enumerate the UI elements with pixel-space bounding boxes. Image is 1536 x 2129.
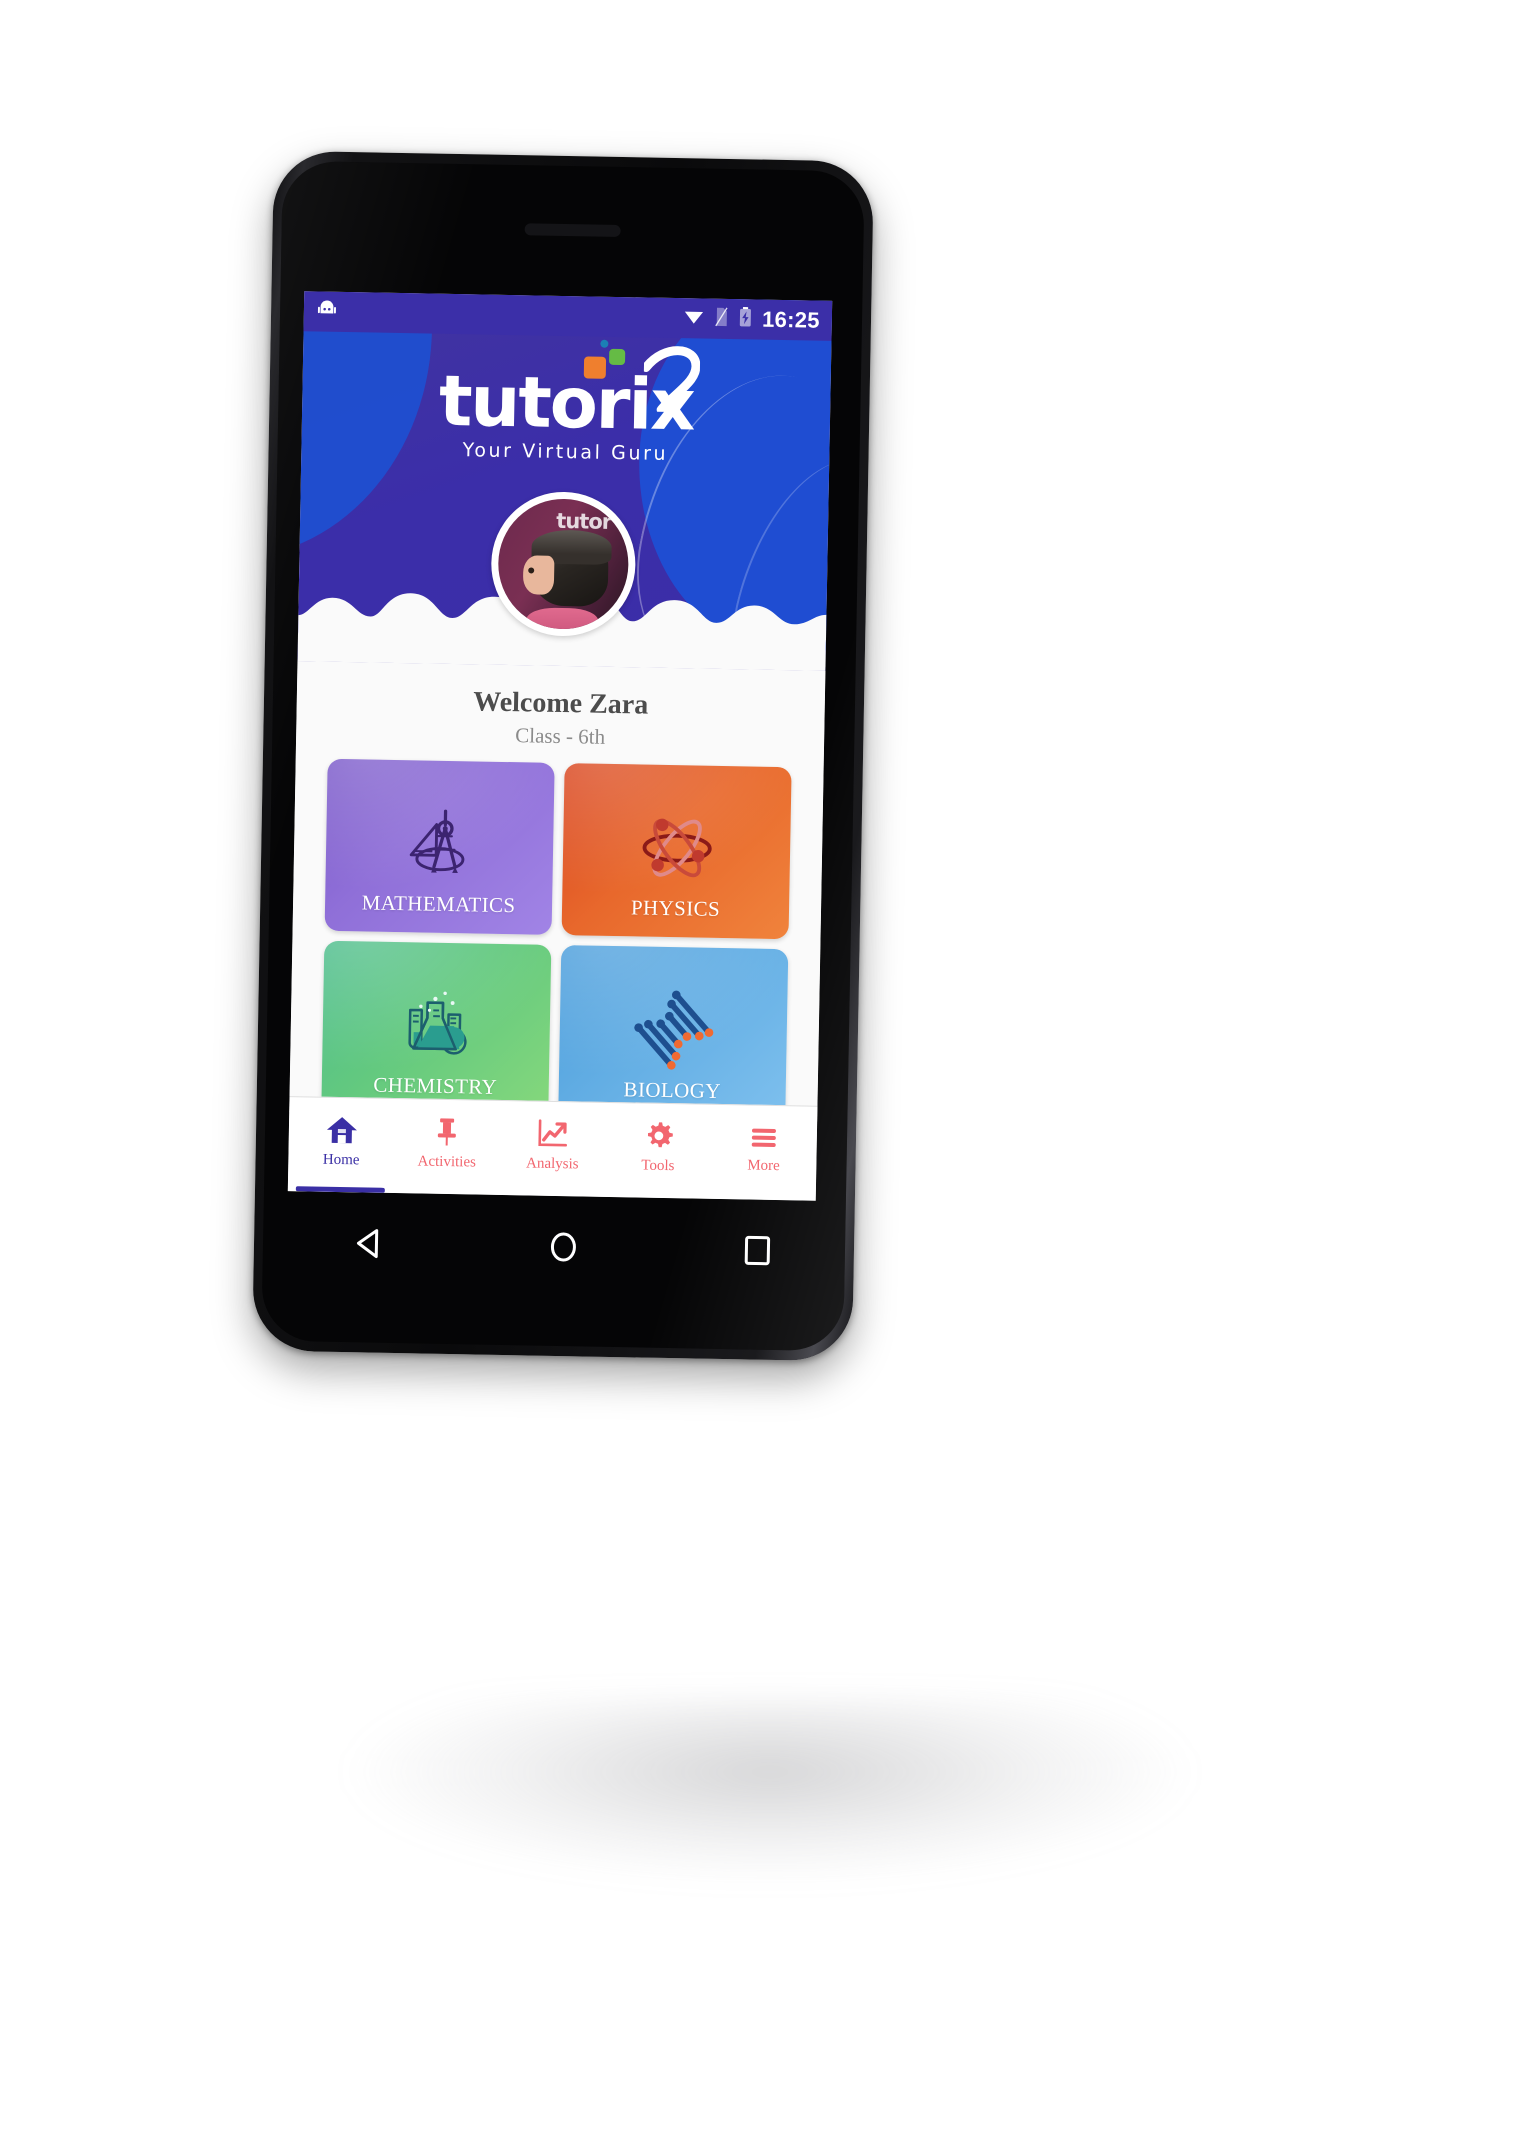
subject-label: MATHEMATICS: [361, 890, 516, 918]
status-bar-right-icons: 16:25: [683, 305, 820, 334]
logo-square-teal: [600, 339, 609, 348]
nav-item-home[interactable]: Home: [288, 1097, 395, 1193]
compass-and-set-square-icon: [409, 809, 464, 873]
logo-swoosh-icon: [643, 346, 701, 413]
avatar-face: [522, 555, 555, 596]
nav-label: Activities: [417, 1153, 477, 1171]
dna-helix-icon: [633, 990, 713, 1070]
nav-item-analysis[interactable]: Analysis: [499, 1101, 606, 1197]
subject-label: PHYSICS: [630, 895, 721, 921]
logo-text-main: tutori: [438, 359, 652, 446]
pushpin-icon: [438, 1118, 457, 1146]
home-content: Welcome Zara Class - 6th MATHEMATICS PHY…: [289, 661, 826, 1122]
bottom-navigation-bar: Home Activities Analysis Tools More: [287, 1096, 818, 1201]
welcome-title: Welcome Zara: [473, 686, 649, 721]
status-bar-clock: 16:25: [761, 306, 821, 333]
subject-label: BIOLOGY: [623, 1077, 722, 1104]
earpiece-speaker: [524, 223, 621, 237]
wifi-icon: [683, 306, 705, 331]
circle-home-icon: [550, 1232, 576, 1262]
nav-label: More: [747, 1157, 780, 1175]
device-drop-shadow: [350, 1700, 1190, 1880]
brand-logo: tutorix Your Virtual Guru: [301, 339, 831, 467]
logo-square-orange: [583, 356, 606, 379]
no-sim-icon: [714, 306, 729, 331]
nav-label: Analysis: [525, 1155, 579, 1173]
android-back-button[interactable]: [339, 1222, 400, 1265]
home-icon: [326, 1117, 357, 1144]
nav-item-tools[interactable]: Tools: [605, 1103, 712, 1199]
subject-tile-mathematics[interactable]: MATHEMATICS: [324, 758, 555, 935]
hamburger-menu-icon: [751, 1128, 777, 1147]
status-bar-left-icons: [316, 298, 338, 325]
android-recents-button[interactable]: [727, 1229, 788, 1272]
battery-charging-icon: [738, 306, 753, 332]
avatar-photo: tutor: [497, 497, 630, 631]
avatar-shoulders: [525, 607, 599, 631]
android-notification-icon: [316, 298, 338, 325]
triangle-back-icon: [356, 1229, 379, 1259]
subject-tile-biology[interactable]: BIOLOGY: [558, 945, 789, 1122]
square-recents-icon: [744, 1235, 771, 1266]
subject-label: CHEMISTRY: [373, 1072, 498, 1099]
subject-tile-physics[interactable]: PHYSICS: [561, 763, 792, 940]
atom-icon: [642, 818, 712, 877]
logo-wordmark: tutorix: [438, 339, 701, 446]
avatar-eye: [528, 567, 535, 574]
subject-grid: MATHEMATICS PHYSICS CHEMISTRY BIOLOGY: [289, 744, 824, 1122]
nav-item-activities[interactable]: Activities: [393, 1099, 500, 1195]
subject-tile-chemistry[interactable]: CHEMISTRY: [321, 940, 552, 1117]
flasks-icon: [407, 991, 467, 1055]
line-chart-icon: [538, 1119, 567, 1147]
android-home-button[interactable]: [533, 1225, 594, 1268]
logo-wordmark-wrap: tutorix Your Virtual Guru: [438, 339, 701, 465]
nav-item-more[interactable]: More: [710, 1105, 817, 1201]
nav-label: Home: [322, 1151, 360, 1169]
logo-square-green: [608, 348, 626, 366]
app-screen: 16:25 tutorix Your Virtual Guru tutor We…: [287, 291, 833, 1201]
nav-label: Tools: [641, 1157, 675, 1175]
gear-icon: [647, 1122, 673, 1148]
